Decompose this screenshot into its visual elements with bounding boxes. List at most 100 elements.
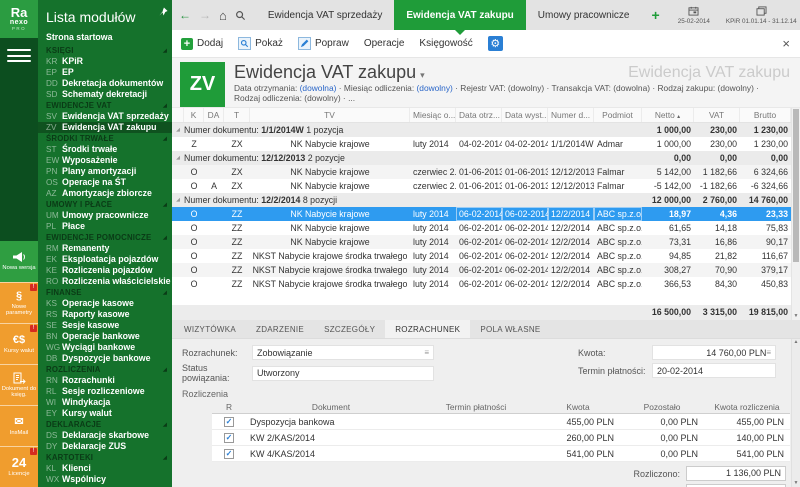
detail-tab-szczegóły[interactable]: SZCZEGÓŁY [314, 320, 385, 338]
sidebar-item-windykacja[interactable]: WIWindykacja [38, 397, 172, 408]
show-button[interactable]: Pokaż [238, 37, 283, 50]
link-status-field[interactable]: Utworzony [252, 366, 434, 381]
scrollbar-thumb[interactable] [793, 109, 799, 262]
sidebar-item-deklaracje-zus[interactable]: DYDeklaracje ZUS [38, 441, 172, 452]
sidebar-item-schematy-dekretacji[interactable]: SDSchematy dekretacji [38, 89, 172, 100]
col-date-received[interactable]: Data otrz... [456, 108, 502, 122]
col-document[interactable]: Dokument [246, 401, 416, 413]
table-row[interactable]: OZZNKST Nabycie krajowe środka trwałegol… [172, 249, 800, 263]
sidebar-item-home[interactable]: Strona startowa [38, 32, 172, 43]
sidebar-item-kursy-walut[interactable]: EYKursy walut [38, 408, 172, 419]
sidebar-item-plany-amortyzacji[interactable]: PNPlany amortyzacji [38, 166, 172, 177]
filter-value-data-otrzymania[interactable]: (dowolna) [300, 83, 337, 93]
checkbox-checked-icon[interactable]: ✓ [224, 449, 234, 459]
sidebar-item-dyspozycje-bankowe[interactable]: DBDyspozycje bankowe [38, 353, 172, 364]
sidebar-section-księgi[interactable]: KSIĘGI◢ [38, 45, 172, 56]
detail-tab-rozrachunek[interactable]: ROZRACHUNEK [385, 320, 470, 338]
filter-value-rodzaj-zakupu[interactable]: (dowolny) [718, 83, 754, 93]
col-tv[interactable]: TV [250, 108, 410, 122]
accounting-button[interactable]: Księgowość [419, 38, 472, 49]
sidebar-item-sesje-kasowe[interactable]: SESesje kasowe [38, 320, 172, 331]
table-row[interactable]: OZZNKST Nabycie krajowe środka trwałegol… [172, 277, 800, 291]
sidebar-section-rozliczenia[interactable]: ROZLICZENIA◢ [38, 364, 172, 375]
sidebar-section-ewidencje-vat[interactable]: EWIDENCJE VAT◢ [38, 100, 172, 111]
col-month[interactable]: Miesiąc o... [410, 108, 456, 122]
forward-arrow-icon[interactable]: → [199, 8, 211, 22]
sidebar-item-operacje-bankowe[interactable]: BNOperacje bankowe [38, 331, 172, 342]
add-button[interactable]: + Dodaj [181, 38, 223, 50]
amount-field[interactable]: 14 760,00 PLN ≡ [652, 345, 776, 360]
rail-shortcut-licencje[interactable]: !24Licencje [0, 446, 38, 487]
group-row[interactable]: ◢Numer dokumentu: 12/12/2013 2 pozycje0,… [172, 151, 800, 165]
field-menu-icon[interactable]: ≡ [424, 348, 429, 357]
due-date-field[interactable]: 20-02-2014 [652, 363, 776, 378]
sidebar-section-finanse[interactable]: FINANSE◢ [38, 287, 172, 298]
rail-shortcut-nowe-parametry[interactable]: !§Nowe parametry [0, 282, 38, 323]
filter-value-miesiąc-odliczenia[interactable]: (dowolny) [417, 83, 453, 93]
col-brutto[interactable]: Brutto [740, 108, 791, 122]
filter-more[interactable]: ... [348, 93, 355, 103]
col-due-date[interactable]: Termin płatności [416, 401, 536, 413]
detail-tab-pola-własne[interactable]: POLA WŁASNE [470, 320, 550, 338]
sidebar-item-rozliczenia-pojazdów[interactable]: KERozliczenia pojazdów [38, 265, 172, 276]
add-tab-button[interactable]: + [652, 7, 660, 23]
tab-ewidencja-vat-zakupu[interactable]: Ewidencja VAT zakupu [394, 0, 525, 30]
col-da[interactable]: DA [204, 108, 224, 122]
detail-scrollbar[interactable]: ▲ ▼ [791, 339, 800, 487]
expander-icon[interactable]: ◢ [172, 123, 184, 137]
edit-button[interactable]: Popraw [298, 37, 349, 50]
back-arrow-icon[interactable]: ← [179, 8, 191, 22]
sidebar-item-remanenty[interactable]: RMRemanenty [38, 243, 172, 254]
sidebar-item-ewidencja-vat-zakupu[interactable]: ZVEwidencja VAT zakupu [38, 122, 172, 133]
sidebar-item-środki-trwałe[interactable]: STŚrodki trwałe [38, 144, 172, 155]
settlement-row[interactable]: ✓KW 2/KAS/2014260,00 PLN0,00 PLN140,00 P… [212, 430, 790, 446]
sidebar-item-dekretacja-dokumentów[interactable]: DDDekretacja dokumentów [38, 78, 172, 89]
col-reconciled[interactable]: R [212, 401, 246, 413]
sidebar-item-amortyzacje-zbiorcze[interactable]: AZAmortyzacje zbiorcze [38, 188, 172, 199]
tab-umowy-pracownicze[interactable]: Umowy pracownicze [526, 0, 642, 30]
col-date-issued[interactable]: Data wyst... [502, 108, 548, 122]
col-remaining[interactable]: Pozostało [620, 401, 704, 413]
group-row[interactable]: ◢Numer dokumentu: 12/2/2014 8 pozycji12 … [172, 193, 800, 207]
field-menu-icon[interactable]: ≡ [766, 348, 771, 357]
sidebar-item-rozrachunki[interactable]: RNRozrachunki [38, 375, 172, 386]
pin-icon[interactable] [159, 3, 168, 21]
scroll-down-icon[interactable]: ▼ [792, 313, 800, 320]
settings-gear-icon[interactable]: ⚙ [488, 36, 503, 51]
filter-value-transakcja-vat[interactable]: (dowolna) [613, 83, 650, 93]
col-party[interactable]: Podmiot [594, 108, 642, 122]
settlement-row[interactable]: ✓KW 4/KAS/2014541,00 PLN0,00 PLN541,00 P… [212, 446, 790, 462]
operations-button[interactable]: Operacje [364, 38, 405, 49]
rail-shortcut-insmail[interactable]: ✉InsMail [0, 405, 38, 446]
app-logo[interactable]: Ra nexo PRO [0, 0, 38, 38]
sidebar-section-deklaracje[interactable]: DEKLARACJE◢ [38, 419, 172, 430]
expander-icon[interactable]: ◢ [172, 193, 184, 207]
table-row[interactable]: OAZXNK Nabycie krajoweczerwiec 2...01-06… [172, 179, 800, 193]
table-row[interactable]: OZZNK Nabycie krajoweluty 201406-02-2014… [172, 221, 800, 235]
rail-shortcut-kursy-walut[interactable]: !€$Kursy walut [0, 323, 38, 364]
table-row[interactable]: OZZNK Nabycie krajoweluty 201406-02-2014… [172, 207, 800, 221]
col-amount[interactable]: Kwota [536, 401, 620, 413]
sidebar-section-kartoteki[interactable]: KARTOTEKI◢ [38, 452, 172, 463]
filter-value-rejestr-vat[interactable]: (dowolny) [508, 83, 544, 93]
scroll-up-icon[interactable]: ▲ [792, 339, 800, 346]
sidebar-item-wspólnicy[interactable]: WXWspólnicy [38, 474, 172, 485]
rail-shortcut-dokument-do-księg[interactable]: Dokument do księg. [0, 364, 38, 405]
checkbox-checked-icon[interactable]: ✓ [224, 433, 234, 443]
sidebar-item-eksploatacja-pojazdów[interactable]: EKEksploatacja pojazdów [38, 254, 172, 265]
col-settled-amount[interactable]: Kwota rozliczenia [704, 401, 790, 413]
settlement-type-field[interactable]: Zobowiązanie ≡ [252, 345, 434, 360]
sidebar-item-sesje-rozliczeniowe[interactable]: RLSesje rozliczeniowe [38, 386, 172, 397]
sidebar-item-klienci[interactable]: KLKlienci [38, 463, 172, 474]
sidebar-item-ewidencja-vat-sprzedaży[interactable]: SVEwidencja VAT sprzedaży [38, 111, 172, 122]
table-row[interactable]: OZZNKST Nabycie krajowe środka trwałegol… [172, 263, 800, 277]
col-k[interactable]: K [184, 108, 204, 122]
sidebar-item-operacje-na-śt[interactable]: OSOperacje na ŚT [38, 177, 172, 188]
chevron-down-icon[interactable]: ▾ [420, 70, 425, 80]
sidebar-item-operacje-kasowe[interactable]: KSOperacje kasowe [38, 298, 172, 309]
col-doc-number[interactable]: Numer d... [548, 108, 594, 122]
scroll-down-icon[interactable]: ▼ [792, 480, 800, 487]
group-row[interactable]: ◢Numer dokumentu: 1/1/2014W 1 pozycja1 0… [172, 123, 800, 137]
sidebar-item-wyposażenie[interactable]: EWWyposażenie [38, 155, 172, 166]
menu-toggle-icon[interactable] [7, 49, 31, 62]
